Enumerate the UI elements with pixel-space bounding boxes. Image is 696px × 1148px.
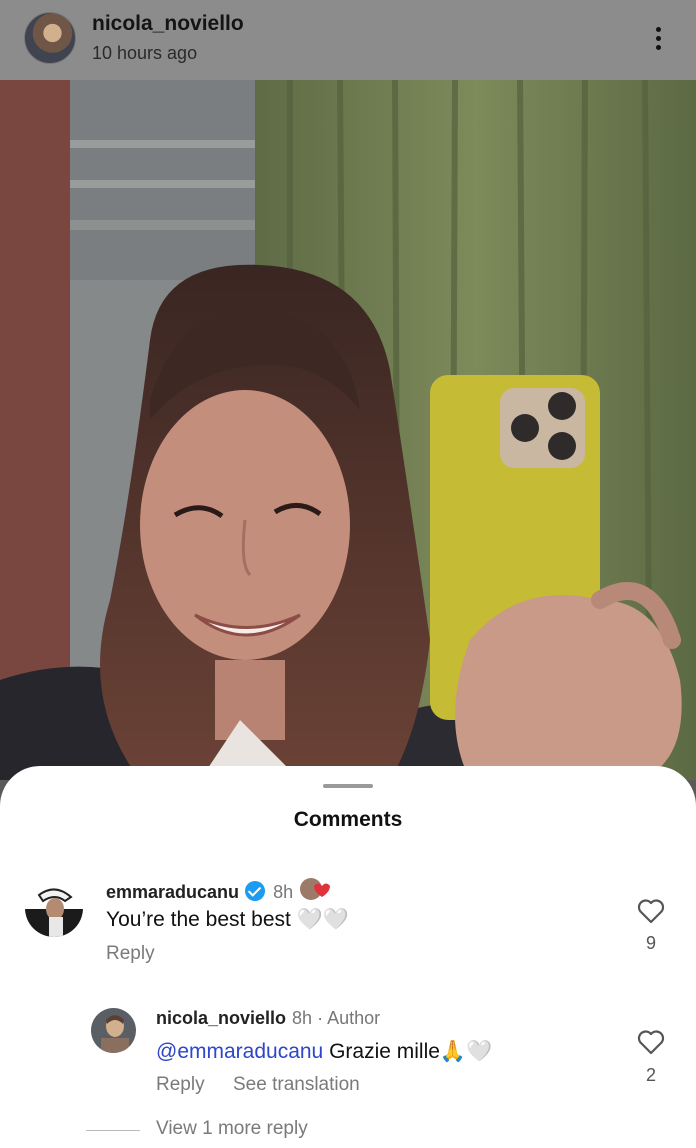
comment-username-text[interactable]: emmaraducanu [106,882,239,902]
avatar[interactable] [91,1008,136,1053]
author-tag: · Author [317,1008,381,1028]
comments-sheet: Comments emmaraducanu 8h You’re the best … [0,766,696,1148]
reply-username[interactable]: nicola_noviello 8h · Author [156,1008,380,1029]
see-translation-button[interactable]: See translation [233,1074,360,1096]
heart-icon[interactable] [637,898,665,924]
selfie-illustration [0,80,696,780]
sheet-title: Comments [293,808,403,831]
post-header: nicola_noviello 10 hours ago [0,0,696,80]
avatar[interactable] [24,12,76,64]
reply-button[interactable]: Reply [106,943,155,965]
sticker-icon [300,878,331,900]
more-options-icon[interactable] [642,22,674,54]
heart-icon[interactable] [637,1029,665,1055]
verified-badge-icon [245,881,266,901]
drag-handle[interactable] [323,784,373,788]
post-photo[interactable] [0,80,696,780]
reply-button[interactable]: Reply [156,1074,205,1096]
reply-text: @emmaraducanu Grazie mille🙏🤍 [156,1040,492,1064]
reply-time: 8h [292,1008,313,1028]
like-count: 2 [645,1065,656,1085]
comment-text: You’re the best best 🤍🤍 [106,908,349,931]
mention-link[interactable]: @emmaraducanu [156,1040,323,1063]
view-more-replies-button[interactable]: View 1 more reply [156,1118,308,1140]
post-username[interactable]: nicola_noviello [92,12,244,36]
comment-username[interactable]: emmaraducanu 8h [106,876,333,903]
divider [86,1130,140,1131]
post-timestamp: 10 hours ago [92,43,198,63]
comment-time: 8h [273,882,294,902]
avatar[interactable] [25,879,83,937]
reply-username-text[interactable]: nicola_noviello [156,1008,286,1028]
reply-text-body: Grazie mille🙏🤍 [323,1040,493,1063]
like-count: 9 [645,933,656,953]
